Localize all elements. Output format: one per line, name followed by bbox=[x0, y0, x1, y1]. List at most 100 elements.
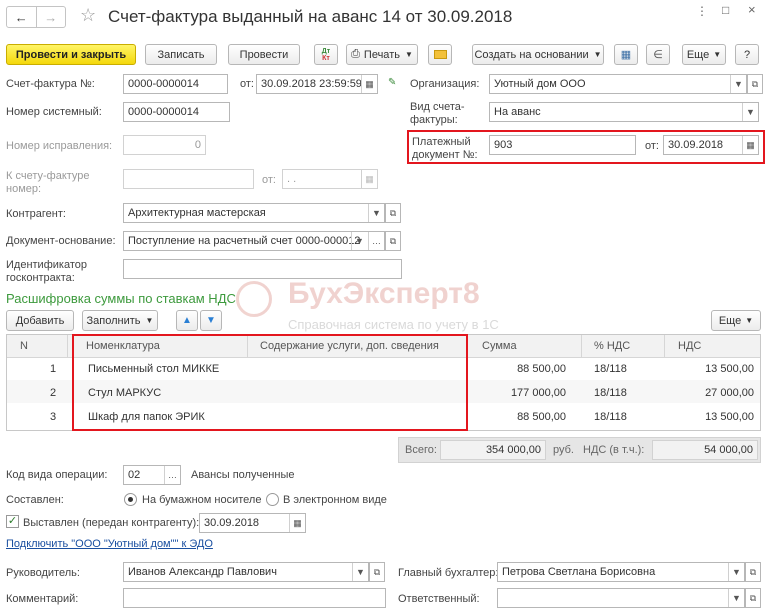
col-divider bbox=[664, 335, 665, 358]
gov-contract-id-label-text: Идентификатор госконтракта: bbox=[6, 259, 87, 284]
basis-doc-value: Поступление на расчетный счет 0000-00001… bbox=[128, 235, 361, 247]
paper-radio[interactable] bbox=[124, 493, 137, 506]
add-row-button[interactable]: Добавить bbox=[6, 310, 74, 331]
organization-field[interactable]: Уютный дом ООО ▼ bbox=[489, 74, 747, 94]
dropdown-icon[interactable]: ▼ bbox=[742, 103, 758, 121]
structure-button[interactable]: ▦ bbox=[614, 44, 638, 65]
row-sum[interactable]: 177 000,00 bbox=[472, 382, 566, 404]
col-header-sum[interactable]: Сумма bbox=[482, 335, 517, 357]
dropdown-icon[interactable]: ▼ bbox=[728, 563, 744, 581]
open-contractor-icon[interactable]: ⧉ bbox=[385, 203, 401, 223]
help-button[interactable]: ? bbox=[735, 44, 759, 65]
favorite-star-icon[interactable]: ☆ bbox=[80, 5, 96, 26]
select-ellipsis-icon[interactable]: … bbox=[368, 232, 384, 250]
print-button[interactable]: ⎙ Печать ▼ bbox=[346, 44, 418, 65]
system-no-field[interactable]: 0000-0000014 bbox=[123, 102, 230, 122]
row-vat[interactable]: 13 500,00 bbox=[660, 358, 754, 380]
to-invoice-date-field[interactable]: . . ▦ bbox=[282, 169, 378, 189]
close-icon[interactable]: × bbox=[748, 2, 756, 17]
invoice-kind-label-text: Вид счета-фактуры: bbox=[410, 101, 465, 126]
chevron-down-icon: ▼ bbox=[713, 50, 722, 59]
email-button[interactable] bbox=[428, 44, 452, 65]
correction-no-label: Номер исправления: bbox=[6, 140, 113, 152]
dtkt-button[interactable]: Дт Кт bbox=[314, 44, 338, 65]
open-responsible-icon[interactable]: ⧉ bbox=[745, 588, 761, 608]
issued-checkbox[interactable]: ✓ bbox=[6, 515, 19, 528]
issued-date-field[interactable]: 30.09.2018 ▦ bbox=[199, 513, 306, 533]
open-basis-doc-icon[interactable]: ⧉ bbox=[385, 231, 401, 251]
row-sum[interactable]: 88 500,00 bbox=[472, 406, 566, 428]
row-rate[interactable]: 18/118 bbox=[594, 406, 627, 428]
contractor-label: Контрагент: bbox=[6, 208, 66, 220]
forward-button[interactable]: → bbox=[37, 7, 66, 27]
envelope-icon bbox=[433, 50, 447, 59]
row-vat[interactable]: 13 500,00 bbox=[660, 406, 754, 428]
paperclip-icon: ∈ bbox=[653, 49, 663, 61]
dropdown-icon[interactable]: ▼ bbox=[368, 204, 384, 222]
chief-accountant-field[interactable]: Петрова Светлана Борисовна ▼ bbox=[497, 562, 745, 582]
select-ellipsis-icon[interactable]: … bbox=[164, 466, 180, 484]
row-rate[interactable]: 18/118 bbox=[594, 358, 627, 380]
comment-field[interactable] bbox=[123, 588, 386, 608]
head-label: Руководитель: bbox=[6, 567, 80, 579]
dropdown-icon[interactable]: ▼ bbox=[730, 75, 746, 93]
issued-date-value: 30.09.2018 bbox=[204, 517, 260, 529]
attachments-button[interactable]: ∈ bbox=[646, 44, 670, 65]
col-header-n[interactable]: N bbox=[20, 335, 28, 357]
to-invoice-no-field[interactable] bbox=[123, 169, 254, 189]
col-header-vat[interactable]: НДС bbox=[678, 335, 701, 357]
contractor-value: Архитектурная мастерская bbox=[128, 207, 266, 219]
open-chief-accountant-icon[interactable]: ⧉ bbox=[745, 562, 761, 582]
op-code-field[interactable]: 02 … bbox=[123, 465, 181, 485]
save-button[interactable]: Записать bbox=[145, 44, 217, 65]
restore-icon[interactable]: □ bbox=[722, 3, 729, 17]
post-and-close-button[interactable]: Провести и закрыть bbox=[6, 44, 136, 65]
correction-no-field[interactable]: 0 bbox=[123, 135, 206, 155]
row-sum[interactable]: 88 500,00 bbox=[472, 358, 566, 380]
gov-contract-id-field[interactable] bbox=[123, 259, 402, 279]
open-head-icon[interactable]: ⧉ bbox=[369, 562, 385, 582]
contractor-field[interactable]: Архитектурная мастерская ▼ bbox=[123, 203, 385, 223]
table-more-button[interactable]: Еще ▼ bbox=[711, 310, 761, 331]
invoice-kind-label: Вид счета-фактуры: bbox=[410, 101, 480, 127]
more-button[interactable]: Еще ▼ bbox=[682, 44, 726, 65]
arrow-down-icon: ▼ bbox=[206, 315, 216, 326]
invoice-kind-field[interactable]: На аванс ▼ bbox=[489, 102, 759, 122]
calendar-icon[interactable]: ▦ bbox=[361, 75, 377, 93]
total-label: Всего: bbox=[405, 444, 437, 456]
invoice-no-field[interactable]: 0000-0000014 bbox=[123, 74, 228, 94]
electronic-radio[interactable] bbox=[266, 493, 279, 506]
responsible-label: Ответственный: bbox=[398, 593, 480, 605]
chevron-down-icon: ▼ bbox=[745, 316, 754, 325]
calendar-icon[interactable]: ▦ bbox=[361, 170, 377, 188]
invoice-date-field[interactable]: 30.09.2018 23:59:59 ▦ bbox=[256, 74, 378, 94]
fill-button[interactable]: Заполнить ▼ bbox=[82, 310, 158, 331]
move-down-button[interactable]: ▼ bbox=[200, 310, 222, 331]
op-code-description: Авансы полученные bbox=[191, 469, 295, 481]
electronic-radio-label[interactable]: В электронном виде bbox=[283, 494, 387, 506]
comment-label: Комментарий: bbox=[6, 593, 79, 605]
responsible-field[interactable]: ▼ bbox=[497, 588, 745, 608]
dropdown-icon[interactable]: ▼ bbox=[352, 563, 368, 581]
col-header-rate[interactable]: % НДС bbox=[594, 335, 630, 357]
head-field[interactable]: Иванов Александр Павлович ▼ bbox=[123, 562, 369, 582]
issued-label[interactable]: Выставлен (передан контрагенту): bbox=[23, 517, 199, 529]
create-based-on-button[interactable]: Создать на основании ▼ bbox=[472, 44, 604, 65]
dropdown-icon[interactable]: ▼ bbox=[728, 589, 744, 607]
basis-doc-field[interactable]: Поступление на расчетный счет 0000-00001… bbox=[123, 231, 385, 251]
paper-radio-label[interactable]: На бумажном носителе bbox=[142, 494, 261, 506]
calendar-icon[interactable]: ▦ bbox=[289, 514, 305, 532]
dropdown-icon[interactable]: ▼ bbox=[351, 232, 367, 250]
row-number: 2 bbox=[50, 387, 57, 399]
back-button[interactable]: ← bbox=[7, 7, 37, 27]
window-menu-icon[interactable]: ⋮ bbox=[696, 4, 708, 18]
row-rate[interactable]: 18/118 bbox=[594, 382, 627, 404]
edo-link[interactable]: Подключить "ООО "Уютный дом"" к ЭДО bbox=[6, 538, 213, 550]
post-button[interactable]: Провести bbox=[228, 44, 300, 65]
chevron-down-icon: ▼ bbox=[404, 50, 413, 59]
open-organization-icon[interactable]: ⧉ bbox=[747, 74, 763, 94]
invoice-date-from-label: от: bbox=[240, 78, 254, 90]
op-code-label: Код вида операции: bbox=[6, 469, 108, 481]
move-up-button[interactable]: ▲ bbox=[176, 310, 198, 331]
row-vat[interactable]: 27 000,00 bbox=[660, 382, 754, 404]
